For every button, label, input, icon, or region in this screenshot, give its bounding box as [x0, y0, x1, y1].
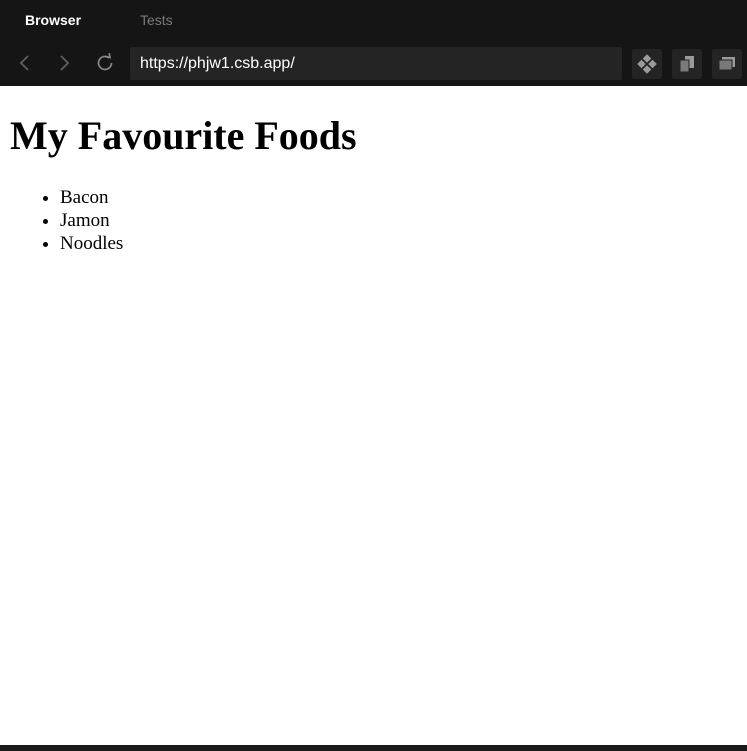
codesandbox-icon — [637, 54, 657, 74]
reload-button[interactable] — [94, 52, 116, 74]
tab-browser[interactable]: Browser — [25, 0, 81, 40]
preview-page: My Favourite Foods Bacon Jamon Noodles — [0, 86, 747, 745]
page-title: My Favourite Foods — [10, 113, 357, 158]
forward-button[interactable] — [53, 52, 75, 74]
copy-icon — [679, 56, 694, 73]
back-button[interactable] — [14, 52, 36, 74]
list-item: Noodles — [60, 232, 123, 255]
url-input[interactable]: https://phjw1.csb.app/ — [130, 47, 622, 80]
chevron-left-icon — [19, 55, 29, 71]
new-window-icon — [718, 57, 735, 71]
reload-icon — [97, 53, 113, 71]
tab-tests[interactable]: Tests — [140, 0, 173, 40]
browser-toolbar: https://phjw1.csb.app/ — [0, 40, 747, 86]
foods-list: Bacon Jamon Noodles — [20, 186, 123, 255]
list-item: Bacon — [60, 186, 123, 209]
bottom-edge — [0, 745, 747, 751]
open-sandbox-button[interactable] — [632, 49, 662, 79]
list-item: Jamon — [60, 209, 123, 232]
tab-bar: Browser Tests — [0, 0, 747, 40]
chevron-right-icon — [60, 55, 70, 71]
browser-preview: Browser Tests https://phjw1.csb.app/ My … — [0, 0, 747, 751]
open-new-window-button[interactable] — [712, 49, 742, 79]
copy-button[interactable] — [672, 49, 702, 79]
